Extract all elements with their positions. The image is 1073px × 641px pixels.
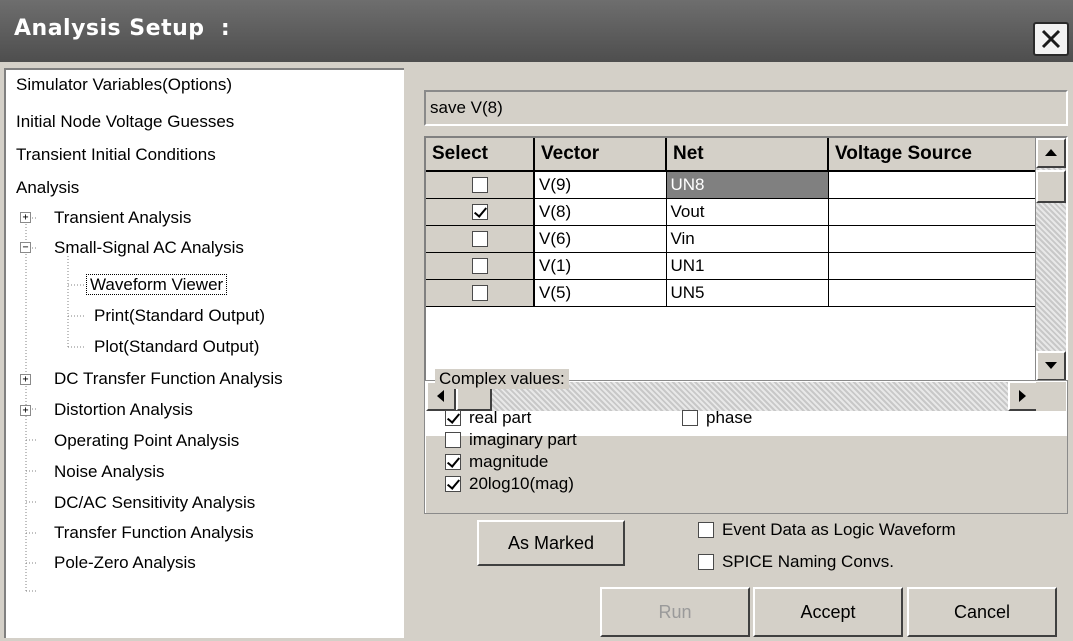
phase-checkbox[interactable] [682,410,698,426]
db-option[interactable]: 20log10(mag) [445,474,574,494]
save-command-field[interactable]: save V(8) [424,90,1068,126]
voltage-source-cell[interactable] [828,252,1039,280]
db-label: 20log10(mag) [469,474,574,493]
voltage-source-cell[interactable] [828,171,1039,199]
voltage-source-cell[interactable] [828,225,1039,253]
tree-item-noise-analysis[interactable]: Noise Analysis [52,457,167,487]
select-checkbox[interactable] [471,258,488,275]
tree-item-dc-transfer-function[interactable]: DC Transfer Function Analysis [52,364,285,394]
magnitude-checkbox[interactable] [445,454,461,470]
tree-item-small-signal-ac[interactable]: Small-Signal AC Analysis [52,233,246,263]
spice-naming-label: SPICE Naming Convs. [722,552,894,571]
table-row[interactable]: V(9) UN8 [426,171,1039,199]
vector-cell[interactable]: V(9) [534,171,667,199]
scroll-down-button[interactable] [1036,351,1066,381]
column-header-net[interactable]: Net [666,138,829,172]
voltage-source-cell[interactable] [828,198,1039,226]
spice-naming-option[interactable]: SPICE Naming Convs. [698,552,894,572]
analysis-setup-dialog: Analysis Setup : Simulator Variables(Opt… [0,0,1073,641]
tree-item-transfer-function[interactable]: Transfer Function Analysis [52,518,256,548]
tree-item-dc-ac-sensitivity[interactable]: DC/AC Sensitivity Analysis [52,488,257,518]
net-cell[interactable]: UN8 [666,171,829,199]
magnitude-option[interactable]: magnitude [445,452,548,472]
tree-item-simulator-variables[interactable]: Simulator Variables(Options) [14,70,234,100]
tree-item-pole-zero[interactable]: Pole-Zero Analysis [52,548,198,578]
tree-item-transient-analysis[interactable]: Transient Analysis [52,203,193,233]
select-cell[interactable] [426,171,535,199]
tree-item-operating-point[interactable]: Operating Point Analysis [52,426,241,456]
net-cell[interactable]: UN1 [666,252,829,280]
vector-cell[interactable]: V(1) [534,252,667,280]
real-part-checkbox[interactable] [445,410,461,426]
phase-option[interactable]: phase [682,408,752,428]
vector-cell[interactable]: V(8) [534,198,667,226]
real-part-option[interactable]: real part [445,408,531,428]
arrow-down-icon [1045,362,1057,369]
real-part-label: real part [469,408,532,427]
vector-table: Select Vector Net Voltage Source V(9) UN… [426,138,1039,307]
column-header-vector[interactable]: Vector [534,138,667,172]
complex-values-group: Complex values: real part imaginary part… [424,369,1068,514]
select-checkbox[interactable] [471,285,488,302]
vector-cell[interactable]: V(5) [534,279,667,307]
event-data-option[interactable]: Event Data as Logic Waveform [698,520,956,540]
cancel-button[interactable]: Cancel [907,587,1057,637]
window-title: Analysis Setup : [14,16,231,41]
tree-item-distortion-analysis[interactable]: Distortion Analysis [52,395,195,425]
collapse-icon[interactable]: − [20,242,31,253]
tree-item-transient-initial-conditions[interactable]: Transient Initial Conditions [14,140,218,170]
close-icon [1041,29,1061,49]
table-row[interactable]: V(6) Vin [426,225,1039,253]
column-header-voltage-source[interactable]: Voltage Source [828,138,1039,172]
magnitude-label: magnitude [469,452,549,471]
tree-item-analysis[interactable]: Analysis [14,173,81,203]
table-header-row: Select Vector Net Voltage Source [426,138,1039,172]
as-marked-button[interactable]: As Marked [477,520,625,566]
table-row[interactable]: V(5) UN5 [426,279,1039,307]
complex-values-label: Complex values: [435,369,569,389]
select-cell[interactable] [426,225,535,253]
db-checkbox[interactable] [445,476,461,492]
column-header-select[interactable]: Select [426,138,535,172]
accept-button[interactable]: Accept [753,587,903,637]
imaginary-part-label: imaginary part [469,430,577,449]
tree-item-waveform-viewer[interactable]: Waveform Viewer [86,270,228,300]
imaginary-part-option[interactable]: imaginary part [445,430,577,450]
select-checkbox[interactable] [471,204,488,221]
tree-item-plot-standard-output[interactable]: Plot(Standard Output) [92,332,261,362]
run-button[interactable]: Run [600,587,750,637]
scroll-up-button[interactable] [1036,138,1066,168]
voltage-source-cell[interactable] [828,279,1039,307]
net-cell[interactable]: Vout [666,198,829,226]
phase-label: phase [706,408,753,427]
expand-icon[interactable]: + [20,212,31,223]
event-data-checkbox[interactable] [698,522,714,538]
spice-naming-checkbox[interactable] [698,554,714,570]
select-checkbox[interactable] [471,177,488,194]
expand-icon[interactable]: + [20,405,31,416]
table-row[interactable]: V(1) UN1 [426,252,1039,280]
select-checkbox[interactable] [471,231,488,248]
expand-icon[interactable]: + [20,374,31,385]
select-cell[interactable] [426,252,535,280]
tree-item-print-standard-output[interactable]: Print(Standard Output) [92,301,267,331]
vector-cell[interactable]: V(6) [534,225,667,253]
select-cell[interactable] [426,198,535,226]
imaginary-part-checkbox[interactable] [445,432,461,448]
select-cell[interactable] [426,279,535,307]
event-data-label: Event Data as Logic Waveform [722,520,956,539]
vertical-scroll-thumb[interactable] [1036,170,1066,203]
tree-item-initial-node-voltage[interactable]: Initial Node Voltage Guesses [14,107,236,137]
net-cell[interactable]: UN5 [666,279,829,307]
waveform-viewer-panel: save V(8) Select Vector Net Voltage Sour… [410,68,1070,641]
net-cell[interactable]: Vin [666,225,829,253]
arrow-up-icon [1045,149,1057,156]
title-bar: Analysis Setup : [0,0,1073,62]
analysis-tree[interactable]: Simulator Variables(Options) Initial Nod… [4,68,404,638]
vertical-scrollbar[interactable] [1035,138,1066,381]
table-row[interactable]: V(8) Vout [426,198,1039,226]
close-button[interactable] [1033,22,1069,56]
